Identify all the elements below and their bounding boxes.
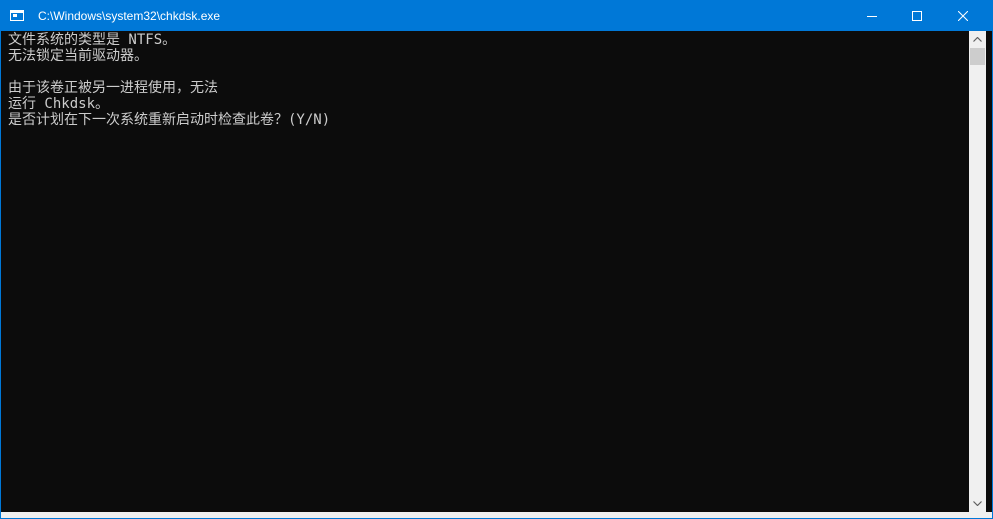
minimize-button[interactable] [849, 1, 895, 31]
console-app-icon[interactable] [10, 10, 24, 21]
window-title: C:\Windows\system32\chkdsk.exe [38, 9, 221, 23]
chevron-down-icon [973, 501, 982, 506]
scroll-down-button[interactable] [969, 495, 986, 512]
console-line: 由于该卷正被另一进程使用，无法 [8, 80, 218, 96]
console-line: 无法锁定当前驱动器。 [8, 48, 148, 64]
console-line: 运行 Chkdsk。 [8, 96, 110, 112]
console-line: 文件系统的类型是 NTFS。 [8, 32, 177, 48]
title-bar[interactable]: C:\Windows\system32\chkdsk.exe [1, 1, 992, 31]
chevron-up-icon [973, 37, 982, 42]
console-output[interactable]: 文件系统的类型是 NTFS。 无法锁定当前驱动器。由于该卷正被另一进程使用，无法运… [1, 31, 969, 512]
vertical-scrollbar[interactable] [969, 31, 986, 512]
console-line: 是否计划在下一次系统重新启动时检查此卷？(Y/N) [8, 112, 331, 128]
console-window: C:\Windows\system32\chkdsk.exe 文件系统的类型是 … [0, 0, 993, 519]
close-button[interactable] [940, 1, 986, 31]
scroll-thumb[interactable] [970, 48, 985, 65]
console-text: 文件系统的类型是 NTFS。 无法锁定当前驱动器。由于该卷正被另一进程使用，无法运… [8, 32, 330, 128]
scroll-up-button[interactable] [969, 31, 986, 48]
minimize-icon [867, 16, 877, 17]
maximize-button[interactable] [894, 1, 940, 31]
close-icon [958, 11, 968, 21]
maximize-icon [912, 11, 922, 21]
window-bottom-edge [1, 512, 992, 518]
